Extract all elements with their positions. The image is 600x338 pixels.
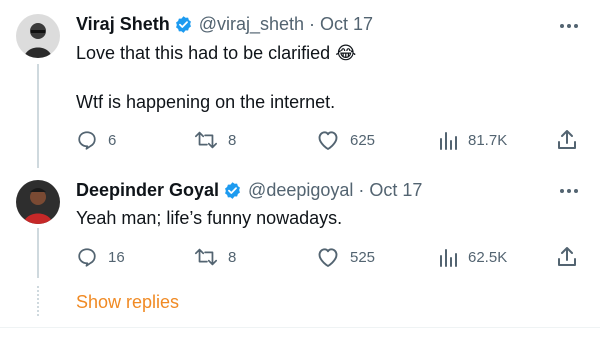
thread-line: [37, 64, 39, 168]
reply-button[interactable]: 16: [76, 243, 125, 271]
tweet-header: Deepinder Goyal @deepigoyal · Oct 17: [76, 180, 422, 201]
views-icon: [438, 129, 458, 151]
tweet-date[interactable]: Oct 17: [369, 180, 422, 201]
heart-icon: [316, 246, 340, 268]
more-icon[interactable]: [556, 16, 582, 36]
share-button[interactable]: [556, 243, 578, 271]
reply-count: 16: [108, 248, 125, 266]
reply-button[interactable]: 6: [76, 126, 116, 154]
tweet-text: Yeah man; life’s funny nowadays.: [76, 208, 343, 228]
views-button[interactable]: 81.7K: [438, 126, 507, 154]
divider: [0, 327, 600, 328]
like-button[interactable]: 625: [316, 126, 375, 154]
thread-line: [37, 228, 39, 278]
share-icon: [556, 245, 578, 269]
like-button[interactable]: 525: [316, 243, 375, 271]
tweet-viraj[interactable]: Viraj Sheth @viraj_sheth · Oct 17 Love t…: [0, 0, 600, 168]
separator: ·: [358, 180, 365, 200]
verified-badge-icon: [223, 181, 242, 200]
tweet-text-line-1: Love that this had to be clarified 😂: [76, 41, 356, 65]
like-count: 625: [350, 131, 376, 149]
views-count: 62.5K: [468, 248, 508, 266]
heart-icon: [316, 129, 340, 151]
verified-badge-icon: [174, 15, 193, 34]
tweet-header: Viraj Sheth @viraj_sheth · Oct 17: [76, 14, 373, 35]
views-count: 81.7K: [468, 131, 508, 149]
views-icon: [438, 246, 458, 268]
tweet-actions: 6 8 625 81.7K: [76, 126, 586, 154]
tweet-text: Love that this had to be clarified: [76, 43, 331, 63]
show-replies-link[interactable]: Show replies: [76, 292, 179, 313]
share-button[interactable]: [556, 126, 578, 154]
reply-count: 6: [108, 131, 117, 149]
author-name[interactable]: Deepinder Goyal: [76, 180, 219, 201]
retweet-count: 8: [228, 131, 237, 149]
tweet-date[interactable]: Oct 17: [320, 14, 373, 35]
avatar[interactable]: [16, 180, 60, 224]
author-handle[interactable]: @deepigoyal: [248, 180, 353, 201]
reply-icon: [76, 246, 98, 268]
thread-dotted-line: [37, 286, 39, 316]
tweet-deepinder[interactable]: Deepinder Goyal @deepigoyal · Oct 17 Yea…: [0, 168, 600, 286]
tweet-text-line-2: Wtf is happening on the internet.: [76, 92, 336, 112]
share-icon: [556, 128, 578, 152]
author-handle[interactable]: @viraj_sheth: [199, 14, 304, 35]
author-name[interactable]: Viraj Sheth: [76, 14, 170, 35]
more-icon[interactable]: [556, 181, 582, 201]
avatar[interactable]: [16, 14, 60, 58]
retweet-icon: [194, 129, 218, 151]
separator: ·: [309, 14, 316, 34]
retweet-button[interactable]: 8: [194, 126, 236, 154]
reply-icon: [76, 129, 98, 151]
retweet-button[interactable]: 8: [194, 243, 236, 271]
tweet-actions: 16 8 525 62.5K: [76, 243, 586, 271]
views-button[interactable]: 62.5K: [438, 243, 507, 271]
like-count: 525: [350, 248, 376, 266]
retweet-icon: [194, 246, 218, 268]
laughing-emoji: 😂: [335, 43, 357, 63]
retweet-count: 8: [228, 248, 237, 266]
